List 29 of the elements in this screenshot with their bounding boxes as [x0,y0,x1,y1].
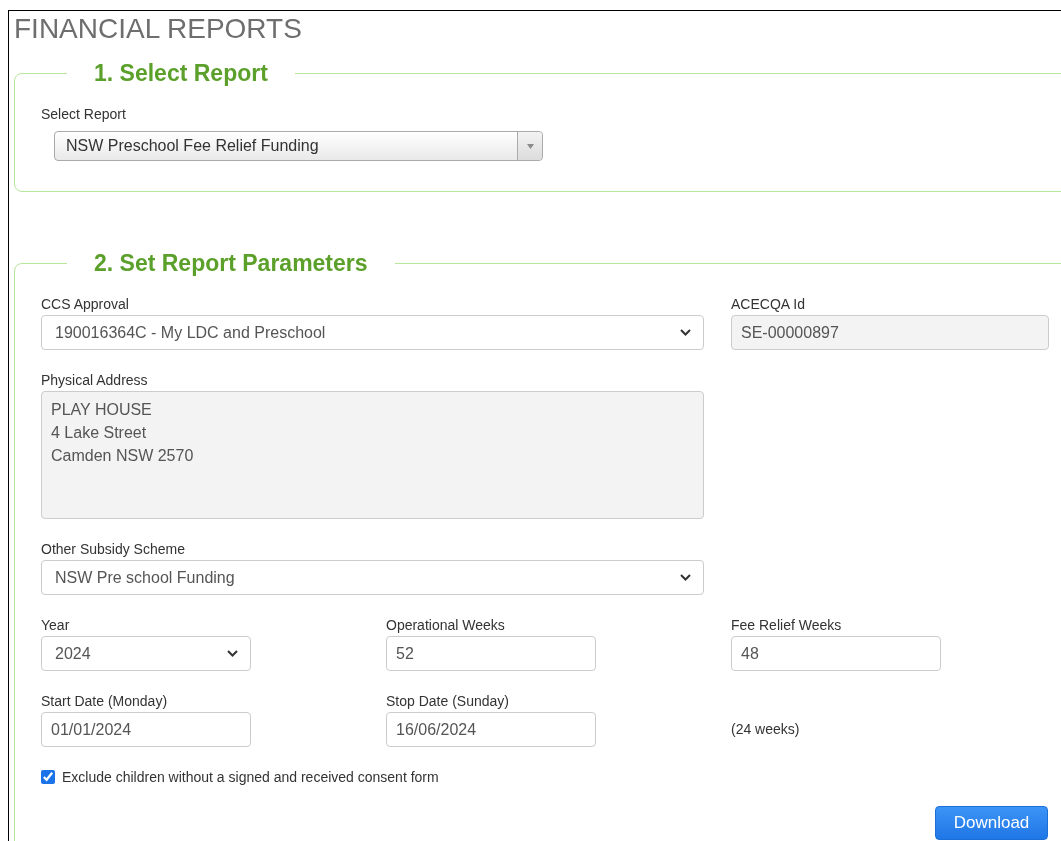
field-label: Year [41,617,71,633]
caret-icon [526,143,534,149]
input-field[interactable]: 48 [731,636,941,671]
chevron-icon [680,574,691,581]
chevron-icon [680,329,691,336]
field-label: Physical Address [41,372,149,388]
weeks-note: (24 weeks) [731,721,801,737]
page-title: FINANCIAL REPORTS [14,12,303,45]
download-button[interactable]: Download [935,806,1048,840]
field-label: Fee Relief Weeks [731,617,843,633]
field-label: Other Subsidy Scheme [41,541,186,557]
report-select[interactable]: NSW Preschool Fee Relief Funding [54,131,543,161]
field-label: CCS Approval [41,296,130,312]
input-field[interactable]: 16/06/2024 [386,712,596,747]
section-heading: 1. Select Report [93,60,269,86]
field-label: Select Report [41,106,127,122]
field-label: Start Date (Monday) [41,693,169,709]
input-field[interactable]: 01/01/2024 [41,712,251,747]
field-label: Stop Date (Sunday) [386,693,510,709]
input-field[interactable]: 52 [386,636,596,671]
field-label: ACECQA Id [731,296,806,312]
chevron-icon [227,650,238,657]
dropdown[interactable]: 190016364C - My LDC and Preschool [41,315,704,350]
dropdown[interactable]: NSW Pre school Funding [41,560,704,595]
field-label: Operational Weeks [386,617,506,633]
checkbox[interactable] [41,770,55,784]
dropdown[interactable]: 2024 [41,636,251,671]
checkbox-label: Exclude children without a signed and received consent form [62,769,439,785]
section-heading: 2. Set Report Parameters [93,250,369,276]
